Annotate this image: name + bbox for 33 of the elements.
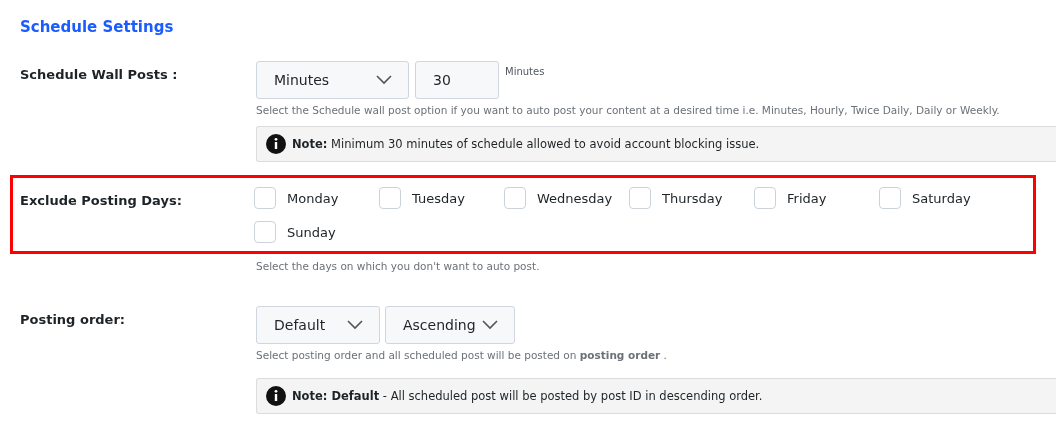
note-text: Note: Minimum 30 minutes of schedule allowed to avoid account blocking issue. [292,137,760,151]
section-title: Schedule Settings [20,18,175,36]
note-text: Note: Default - All scheduled post will be posted by post ID in descending order. [292,389,763,403]
help-text: Select posting order and all scheduled post will be posted on posting order . [256,349,668,361]
info-icon [266,134,286,154]
interval-input[interactable]: 30 [415,61,499,99]
help-text: Select the Schedule wall post option if you want to auto post your content at a desired time i.e. Minutes, Hourly, Twice Daily, Daily or Weekly. [256,104,1001,116]
unit-select[interactable]: Minutes [256,61,409,99]
day-checkbox[interactable]: Tuesday [379,187,504,209]
field-label: Exclude Posting Days: [20,192,183,210]
checkbox[interactable] [254,187,276,209]
chevron-down-icon [347,320,363,330]
checkbox[interactable] [754,187,776,209]
info-icon [266,386,286,406]
day-checkbox[interactable]: Saturday [879,187,1004,209]
checkbox[interactable] [504,187,526,209]
day-checkbox[interactable]: Friday [754,187,879,209]
day-checkbox[interactable]: Thursday [629,187,754,209]
field-label: Posting order: [20,311,127,329]
direction-select[interactable]: Ascending [385,306,515,344]
order-select[interactable]: Default [256,306,380,344]
day-checkbox[interactable]: Wednesday [504,187,629,209]
field-label: Schedule Wall Posts : [20,66,179,84]
day-checkbox[interactable]: Sunday [254,221,379,243]
unit-label: Minutes [505,65,545,77]
checkbox[interactable] [879,187,901,209]
day-checkbox[interactable]: Monday [254,187,379,209]
checkbox[interactable] [379,187,401,209]
help-text: Select the days on which you don't want to auto post. [256,260,541,272]
checkbox[interactable] [629,187,651,209]
checkbox[interactable] [254,221,276,243]
chevron-down-icon [376,75,392,85]
chevron-down-icon [482,320,498,330]
